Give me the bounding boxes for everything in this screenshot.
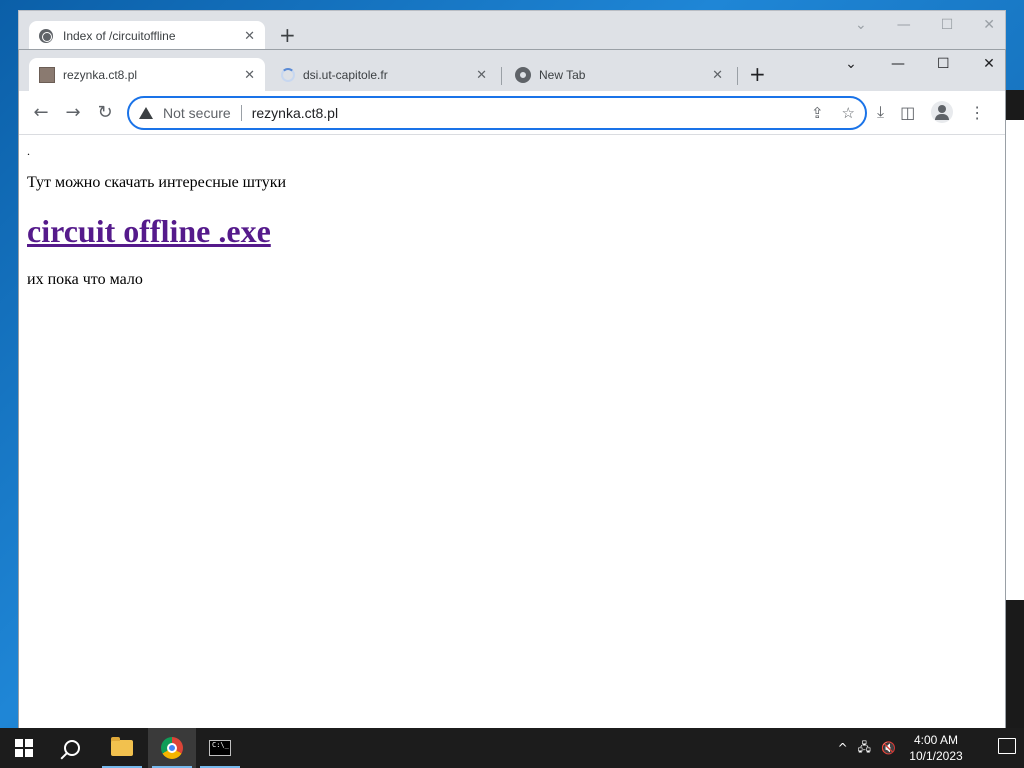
taskbar-command-prompt[interactable]: C:\_: [196, 728, 244, 768]
clock[interactable]: 4:00 AM 10/1/2023: [906, 732, 966, 764]
minimize-button[interactable]: —: [891, 54, 905, 74]
back-close-button[interactable]: ✕: [983, 17, 995, 33]
back-new-tab-button[interactable]: +: [279, 23, 296, 47]
volume-muted-icon[interactable]: 🔇: [881, 741, 896, 755]
search-button[interactable]: [48, 728, 96, 768]
tab-title: New Tab: [539, 67, 586, 82]
site-favicon-icon: [39, 66, 55, 83]
search-icon: [64, 740, 80, 756]
taskbar: C:\_ ^ 🖧 🔇 4:00 AM 10/1/2023: [0, 728, 1024, 768]
url-text[interactable]: rezynka.ct8.pl: [252, 105, 793, 121]
omnibox-divider: [240, 105, 242, 121]
tab-title: dsi.ut-capitole.fr: [303, 67, 388, 82]
close-icon[interactable]: ✕: [476, 67, 487, 83]
close-icon[interactable]: ✕: [244, 28, 255, 44]
back-window-controls: ⌄ — ☐ ✕: [855, 17, 995, 33]
windows-logo-icon: [15, 739, 33, 757]
taskbar-file-explorer[interactable]: [98, 728, 146, 768]
loading-spinner-icon: [281, 67, 295, 82]
page-content: . Тут можно скачать интересные штуки cir…: [19, 136, 1005, 728]
warning-icon[interactable]: [139, 107, 153, 119]
download-link[interactable]: circuit offline .exe: [27, 213, 271, 249]
background-window-edge: [1006, 90, 1024, 600]
tab-new-tab[interactable]: New Tab ✕: [505, 58, 733, 91]
footer-text: их пока что мало: [27, 271, 143, 288]
tab-search-button[interactable]: ⌄: [845, 54, 857, 74]
page-heading: circuit offline .exe: [27, 213, 997, 250]
bookmark-star-icon[interactable]: ☆: [842, 104, 855, 122]
forward-button[interactable]: →: [61, 101, 85, 125]
folder-icon: [111, 737, 133, 756]
back-tab-index-circuitoffline[interactable]: Index of /circuitoffline ✕: [29, 21, 265, 51]
intro-text: Тут можно скачать интересные штуки: [27, 174, 287, 191]
address-bar[interactable]: Not secure rezynka.ct8.pl ⇪ ☆: [127, 96, 867, 130]
tab-separator: [737, 67, 738, 85]
close-icon[interactable]: ✕: [244, 67, 255, 83]
side-panel-icon[interactable]: ◫: [900, 103, 915, 122]
window-controls: ⌄ — ☐ ✕: [845, 54, 995, 74]
maximize-button[interactable]: ☐: [937, 54, 950, 74]
taskbar-chrome[interactable]: [148, 728, 196, 768]
menu-icon[interactable]: ⋮: [969, 103, 985, 122]
terminal-icon: C:\_: [209, 740, 231, 756]
reload-button[interactable]: ↻: [93, 101, 117, 125]
close-window-button[interactable]: ✕: [983, 54, 995, 74]
tab-dsi-ut-capitole[interactable]: dsi.ut-capitole.fr ✕: [271, 58, 497, 91]
toolbar-actions: ⤓ ◫ ⋮: [877, 101, 985, 123]
profile-avatar-icon[interactable]: [931, 101, 954, 123]
network-icon[interactable]: 🖧: [858, 738, 871, 759]
clock-date: 10/1/2023: [909, 749, 963, 763]
tab-strip: rezynka.ct8.pl ✕ dsi.ut-capitole.fr ✕ Ne…: [19, 50, 1005, 91]
back-tab-title: Index of /circuitoffline: [63, 29, 176, 43]
system-tray: ^ 🖧 🔇: [838, 728, 896, 768]
tab-separator: [501, 67, 502, 85]
new-tab-button[interactable]: +: [749, 62, 766, 86]
background-window-dark-edge: [1006, 600, 1024, 728]
page-dot: .: [27, 144, 30, 158]
tab-title: rezynka.ct8.pl: [63, 67, 138, 82]
chrome-icon: [515, 66, 531, 83]
clock-time: 4:00 AM: [913, 733, 959, 747]
notification-center-icon[interactable]: [998, 738, 1016, 754]
start-button[interactable]: [0, 728, 48, 768]
security-status[interactable]: Not secure: [163, 105, 231, 121]
back-maximize-button[interactable]: ☐: [941, 17, 954, 33]
close-icon[interactable]: ✕: [712, 67, 723, 83]
back-minimize-button[interactable]: —: [897, 17, 911, 33]
chrome-icon: [161, 737, 183, 759]
back-tab-search-icon[interactable]: ⌄: [855, 17, 867, 33]
browser-window: rezynka.ct8.pl ✕ dsi.ut-capitole.fr ✕ Ne…: [18, 49, 1006, 728]
chevron-up-icon[interactable]: ^: [838, 741, 848, 755]
share-icon[interactable]: ⇪: [811, 104, 824, 122]
browser-toolbar: ← → ↻ Not secure rezynka.ct8.pl ⇪ ☆ ⤓ ◫ …: [19, 91, 1005, 135]
globe-icon: [39, 29, 53, 43]
tab-rezynka[interactable]: rezynka.ct8.pl ✕: [29, 58, 265, 91]
back-button[interactable]: ←: [29, 101, 53, 125]
download-icon[interactable]: ⤓: [877, 102, 884, 122]
